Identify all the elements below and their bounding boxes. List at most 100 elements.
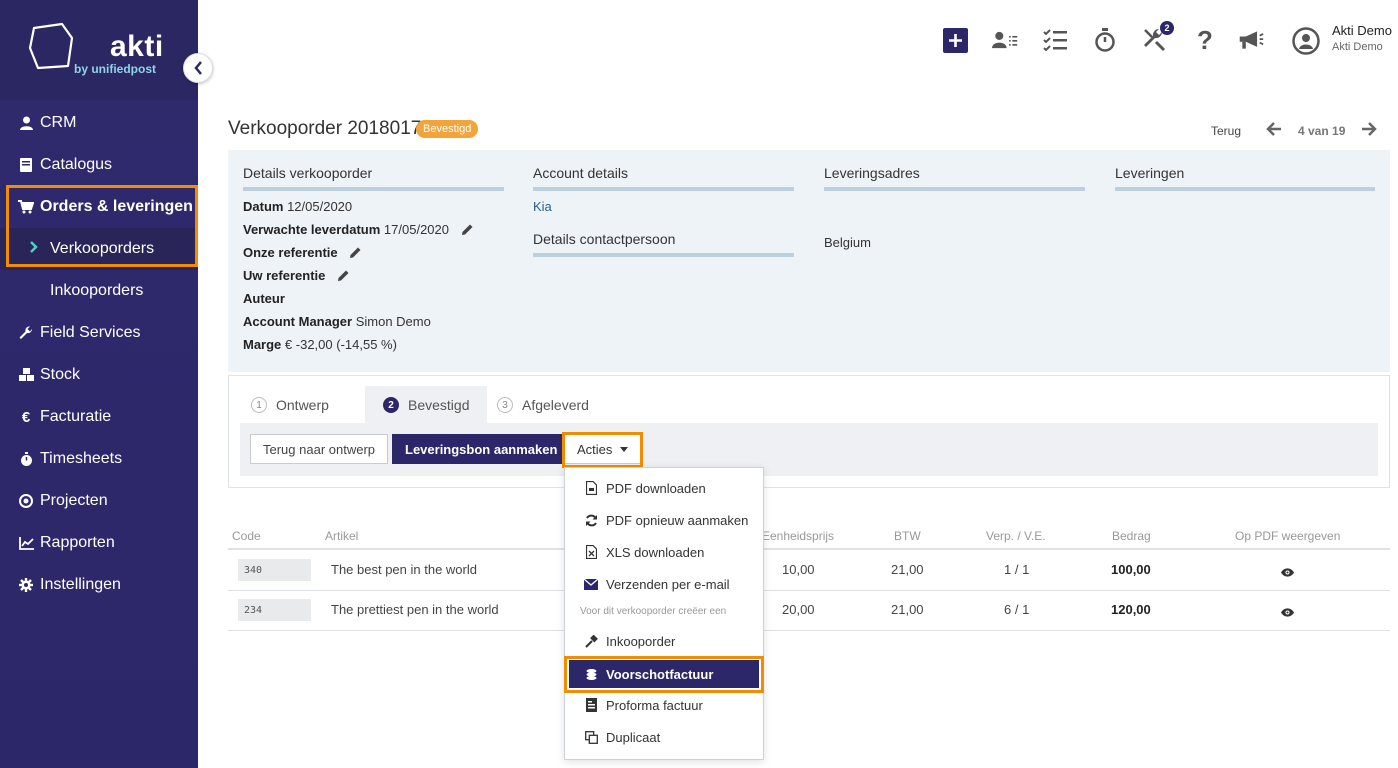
menu-item-advance-invoice[interactable]: Voorschotfactuur [569, 660, 759, 688]
chevron-right-icon [30, 240, 38, 258]
back-link[interactable]: Terug [1211, 124, 1241, 138]
edit-pencil-icon[interactable] [461, 223, 474, 239]
menu-item-pdf-download[interactable]: PDF downloaden [565, 474, 763, 502]
user-avatar-icon[interactable] [1292, 27, 1320, 55]
user-name[interactable]: Akti Demo [1332, 23, 1392, 38]
user-icon [18, 115, 34, 131]
field-date: Datum 12/05/2020 [243, 199, 353, 214]
step-delivered[interactable]: 3 Afgeleverd [497, 386, 589, 424]
pdf-file-icon [583, 481, 599, 495]
logo[interactable]: akti by unifiedpost [0, 0, 198, 100]
brand-name: akti [110, 30, 164, 63]
target-icon [18, 493, 34, 509]
sidebar-collapse-button[interactable] [183, 53, 213, 83]
amount-cell: 120,00 [1111, 602, 1151, 617]
invoice-icon [583, 698, 599, 712]
contacts-list-icon[interactable] [992, 27, 1018, 53]
menu-item-label: XLS downloaden [606, 544, 705, 560]
pager-count: 4 van 19 [1298, 124, 1346, 138]
vat-cell: 21,00 [891, 562, 924, 577]
col-header-code: Code [232, 529, 261, 543]
menu-item-purchase-order[interactable]: Inkooporder [565, 627, 763, 655]
action-toolbar: Terug naar ontwerp Leveringsbon aanmaken… [240, 423, 1378, 476]
edit-pencil-icon[interactable] [337, 269, 350, 285]
field-your-reference: Uw referentie [243, 268, 350, 285]
eye-icon[interactable] [1281, 564, 1294, 580]
cart-icon [18, 199, 34, 215]
menu-item-send-email[interactable]: Verzenden per e-mail [565, 570, 763, 598]
menu-item-label: Proforma factuur [606, 697, 703, 713]
sidebar-item-label: Instellingen [40, 576, 121, 593]
sidebar-item-verkooporders[interactable]: Verkooporders [0, 228, 198, 270]
notification-badge: 2 [1160, 21, 1174, 35]
field-account-manager: Account Manager Simon Demo [243, 314, 431, 329]
envelope-icon [583, 578, 599, 590]
next-arrow-icon[interactable] [1361, 121, 1377, 140]
excel-file-icon [583, 545, 599, 559]
brand-sub: by unifiedpost [74, 62, 156, 76]
sidebar-item-timesheets[interactable]: Timesheets [0, 438, 198, 480]
step-label: Bevestigd [408, 397, 470, 413]
eye-icon[interactable] [1281, 604, 1294, 620]
stopwatch-icon[interactable] [1092, 27, 1118, 53]
unit-price-cell: 10,00 [782, 562, 815, 577]
step-confirmed[interactable]: 2 Bevestigd [365, 386, 488, 424]
sidebar-item-field-services[interactable]: Field Services [0, 312, 198, 354]
menu-item-duplicate[interactable]: Duplicaat [565, 723, 763, 751]
menu-item-pdf-regenerate[interactable]: PDF opnieuw aanmaken [565, 506, 763, 534]
step-number: 3 [497, 397, 513, 413]
sidebar-item-label: Catalogus [40, 156, 113, 173]
sidebar-item-projecten[interactable]: Projecten [0, 480, 198, 522]
actions-label: Acties [577, 441, 613, 457]
edit-pencil-icon[interactable] [349, 246, 362, 262]
sidebar-item-orders[interactable]: Orders & leveringen [0, 186, 198, 228]
field-expected-delivery: Verwachte leverdatum 17/05/2020 [243, 222, 474, 239]
help-icon[interactable]: ? [1192, 25, 1218, 55]
sidebar-item-rapporten[interactable]: Rapporten [0, 522, 198, 564]
gear-icon [18, 577, 34, 593]
sidebar-nav: CRM Catalogus Orders & leveringen Verkoo… [0, 102, 198, 606]
sidebar-item-crm[interactable]: CRM [0, 102, 198, 144]
previous-arrow-icon[interactable] [1266, 121, 1282, 140]
copy-icon [583, 730, 599, 744]
article-cell: The best pen in the world [331, 562, 477, 577]
menu-item-proforma-invoice[interactable]: Proforma factuur [565, 691, 763, 719]
amount-cell: 100,00 [1111, 562, 1151, 577]
user-company: Akti Demo [1332, 41, 1383, 53]
sidebar-item-instellingen[interactable]: Instellingen [0, 564, 198, 606]
unit-price-cell: 20,00 [782, 602, 815, 617]
sidebar-item-facturatie[interactable]: € Facturatie [0, 396, 198, 438]
workflow-card: 1 Ontwerp 2 Bevestigd 3 Afgeleverd Terug… [228, 375, 1390, 488]
sidebar-item-label: Timesheets [40, 450, 123, 467]
wrench-icon [18, 325, 34, 341]
menu-item-label: Duplicaat [606, 729, 661, 745]
menu-item-xls-download[interactable]: XLS downloaden [565, 538, 763, 566]
create-delivery-button[interactable]: Leveringsbon aanmaken [392, 434, 571, 464]
tasks-icon[interactable] [1042, 27, 1068, 53]
euro-icon: € [21, 408, 31, 426]
book-icon [18, 157, 34, 173]
step-draft[interactable]: 1 Ontwerp [251, 386, 329, 424]
sidebar-item-label: Facturatie [40, 408, 112, 425]
field-margin: Marge € -32,00 (-14,55 %) [243, 337, 397, 352]
menu-item-label: Inkooporder [606, 633, 676, 649]
add-icon[interactable] [942, 27, 968, 53]
actions-dropdown-button[interactable]: Acties [564, 434, 642, 464]
account-link[interactable]: Kia [533, 199, 552, 214]
cubes-icon [18, 367, 34, 383]
sidebar: akti by unifiedpost CRM Catalogus Orders… [0, 0, 198, 768]
account-details-heading: Account details [533, 165, 794, 191]
sidebar-item-label: CRM [40, 114, 77, 131]
back-to-draft-button[interactable]: Terug naar ontwerp [250, 434, 389, 464]
sidebar-item-catalogus[interactable]: Catalogus [0, 144, 198, 186]
vat-cell: 21,00 [891, 602, 924, 617]
step-number: 1 [251, 397, 267, 413]
sidebar-item-stock[interactable]: Stock [0, 354, 198, 396]
sidebar-item-label: Field Services [40, 324, 141, 341]
megaphone-icon[interactable] [1238, 27, 1264, 53]
caret-down-icon [620, 446, 629, 452]
tools-icon[interactable]: 2 [1142, 21, 1174, 53]
menu-item-label: Voorschotfactuur [606, 666, 714, 682]
sidebar-item-label: Projecten [40, 492, 108, 509]
sidebar-item-inkooporders[interactable]: Inkooporders [0, 270, 198, 312]
